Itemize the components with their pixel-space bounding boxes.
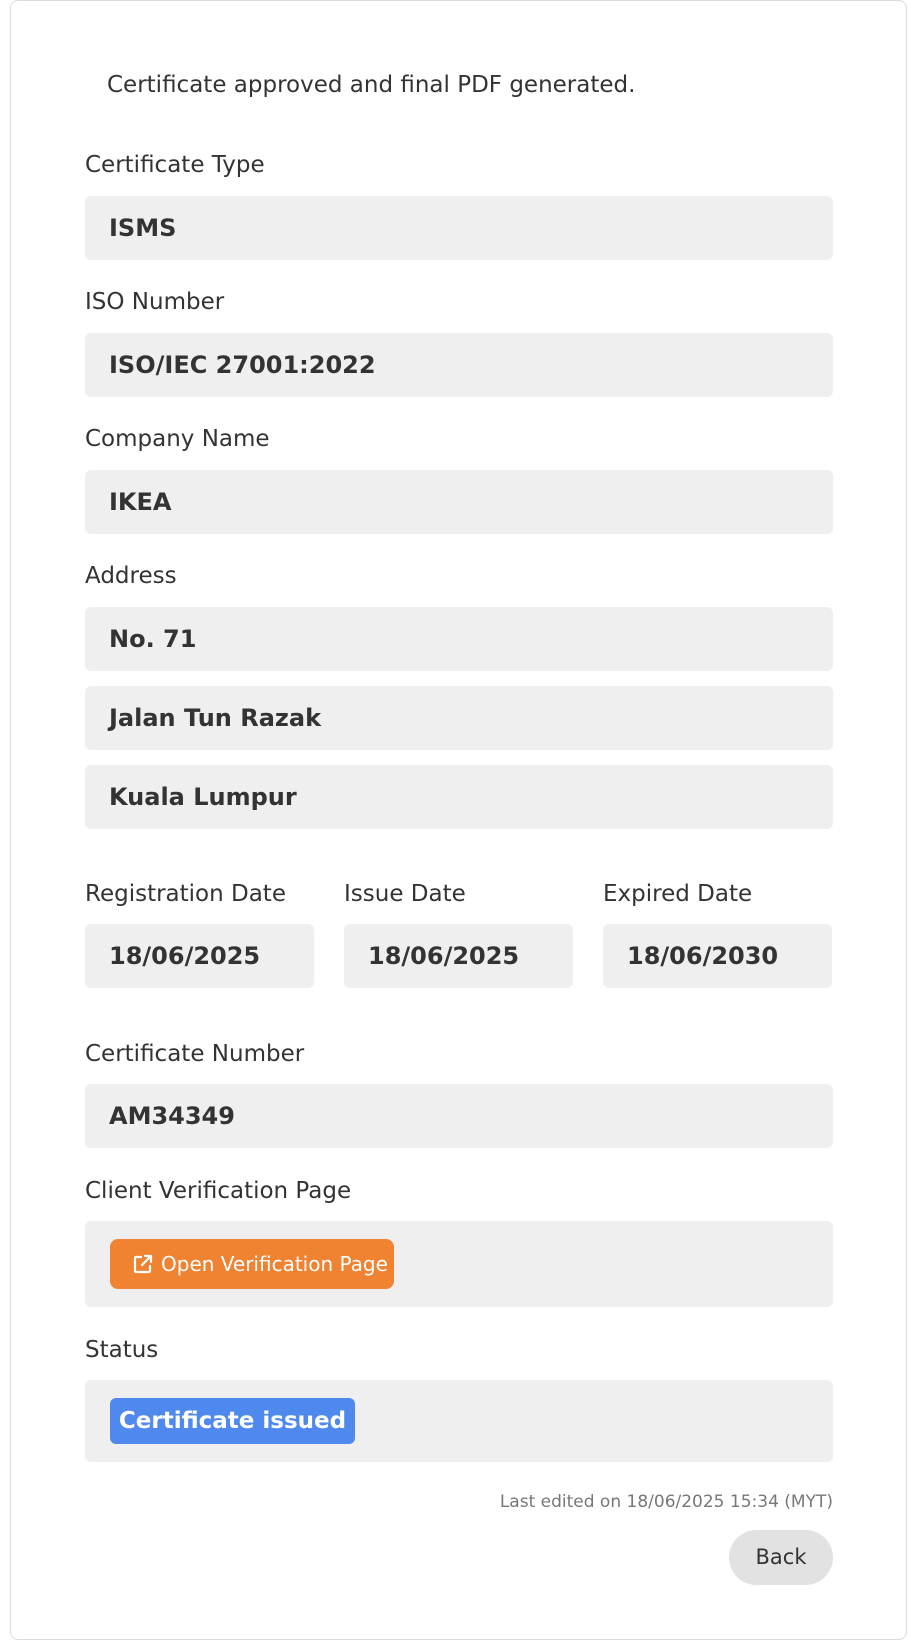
certificate-number-label: Certificate Number (85, 1041, 305, 1067)
iso-number-field: ISO/IEC 27001:2022 (85, 333, 833, 397)
client-verification-label: Client Verification Page (85, 1178, 352, 1204)
expired-date-field: 18/06/2030 (603, 924, 832, 988)
address-line-1-field: No. 71 (85, 607, 833, 671)
iso-number-label: ISO Number (85, 289, 225, 315)
certificate-type-label: Certificate Type (85, 152, 265, 178)
open-verification-page-label: Open Verification Page (161, 1252, 388, 1276)
expired-date-label: Expired Date (603, 881, 753, 907)
address-label: Address (85, 563, 177, 589)
status-badge: Certificate issued (110, 1398, 355, 1444)
back-button[interactable]: Back (729, 1530, 833, 1585)
company-name-label: Company Name (85, 426, 270, 452)
issue-date-field: 18/06/2025 (344, 924, 573, 988)
address-line-2-field: Jalan Tun Razak (85, 686, 833, 750)
registration-date-field: 18/06/2025 (85, 924, 314, 988)
external-link-icon (133, 1254, 153, 1274)
last-edited-timestamp: Last edited on 18/06/2025 15:34 (MYT) (499, 1492, 833, 1512)
registration-date-label: Registration Date (85, 881, 286, 907)
success-message: Certificate approved and final PDF gener… (107, 72, 636, 98)
address-line-3-field: Kuala Lumpur (85, 765, 833, 829)
issue-date-label: Issue Date (344, 881, 466, 907)
certificate-number-field: AM34349 (85, 1084, 833, 1148)
certificate-type-field: ISMS (85, 196, 833, 260)
open-verification-page-button[interactable]: Open Verification Page (110, 1239, 394, 1289)
company-name-field: IKEA (85, 470, 833, 534)
status-label: Status (85, 1337, 159, 1363)
